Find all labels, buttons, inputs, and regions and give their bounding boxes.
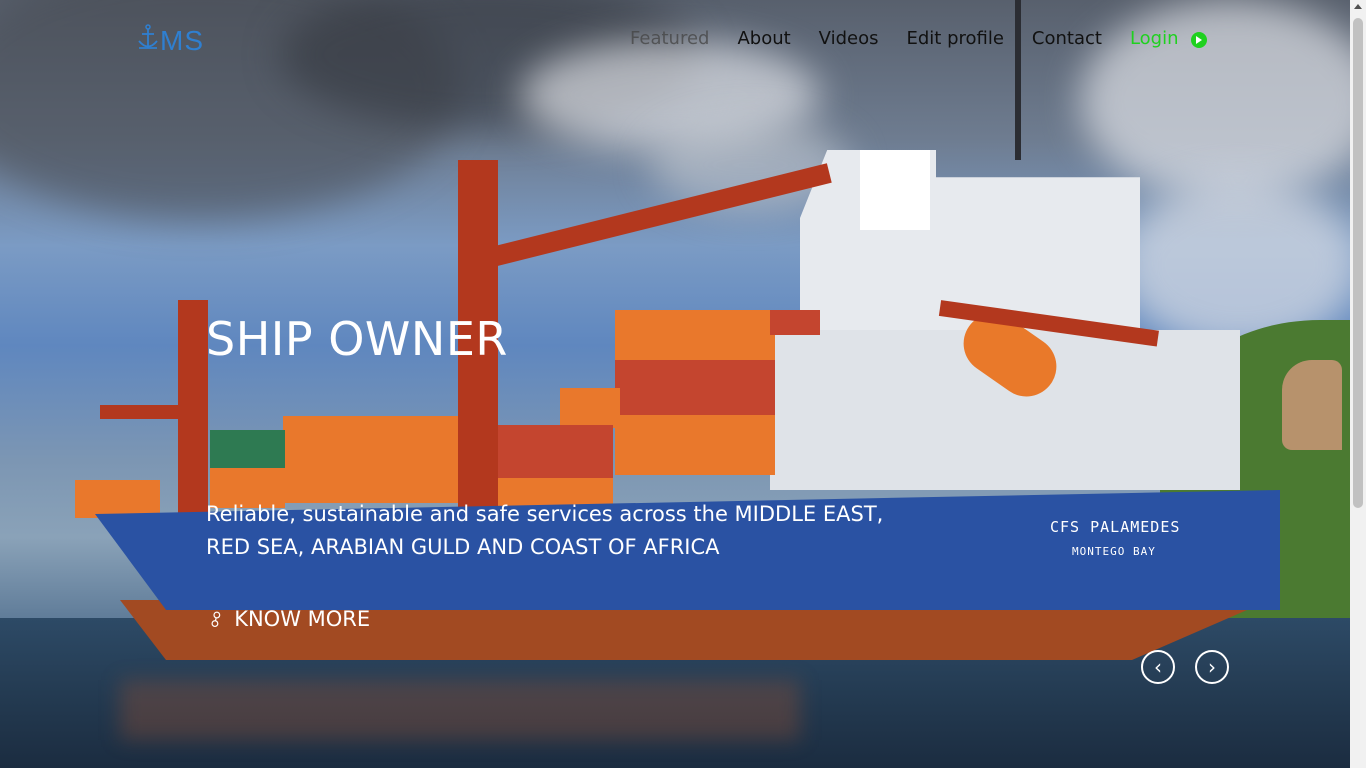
chevron-right-icon: ›	[1208, 655, 1216, 679]
container	[75, 480, 160, 518]
container	[615, 415, 775, 475]
container	[210, 430, 285, 470]
scroll-up-arrow-icon[interactable]	[1354, 4, 1362, 9]
know-more-link[interactable]: ☍ KNOW MORE	[204, 607, 371, 632]
water-reflection	[120, 680, 800, 740]
ship-name-text: CFS PALAMEDES	[1050, 518, 1181, 536]
ship-mast	[1015, 0, 1021, 160]
logo-text: MS	[160, 25, 204, 56]
ship-port-text: MONTEGO BAY	[1072, 545, 1156, 558]
link-icon: ☍	[203, 606, 229, 632]
carousel-prev-button[interactable]: ‹	[1141, 650, 1175, 684]
container	[283, 458, 458, 503]
site-logo[interactable]: MS	[138, 24, 204, 57]
chevron-left-icon: ‹	[1154, 655, 1162, 679]
container	[488, 425, 613, 480]
nav-about[interactable]: About	[737, 28, 790, 49]
container	[615, 360, 775, 415]
know-more-label: KNOW MORE	[234, 607, 371, 631]
login-arrow-icon	[1190, 31, 1207, 48]
scrollbar-thumb[interactable]	[1353, 18, 1363, 508]
hero-title: SHIP OWNER	[206, 312, 508, 366]
rock-cliff	[1282, 360, 1342, 450]
ship-funnel	[860, 150, 930, 230]
page-scrollbar[interactable]	[1350, 0, 1366, 768]
login-label: Login	[1129, 28, 1179, 49]
anchor-icon	[138, 24, 158, 49]
carousel-next-button[interactable]: ›	[1195, 650, 1229, 684]
container	[283, 416, 458, 461]
container	[560, 388, 620, 428]
nav-featured[interactable]: Featured	[630, 28, 709, 49]
nav-edit-profile[interactable]: Edit profile	[906, 28, 1003, 49]
nav-contact[interactable]: Contact	[1032, 28, 1102, 49]
nav-videos[interactable]: Videos	[819, 28, 879, 49]
hero-description: Reliable, sustainable and safe services …	[206, 502, 884, 559]
login-link[interactable]: Login	[1130, 28, 1207, 49]
main-nav: Featured About Videos Edit profile Conta…	[630, 28, 1235, 49]
container	[770, 310, 820, 335]
crane-boom	[100, 405, 190, 419]
